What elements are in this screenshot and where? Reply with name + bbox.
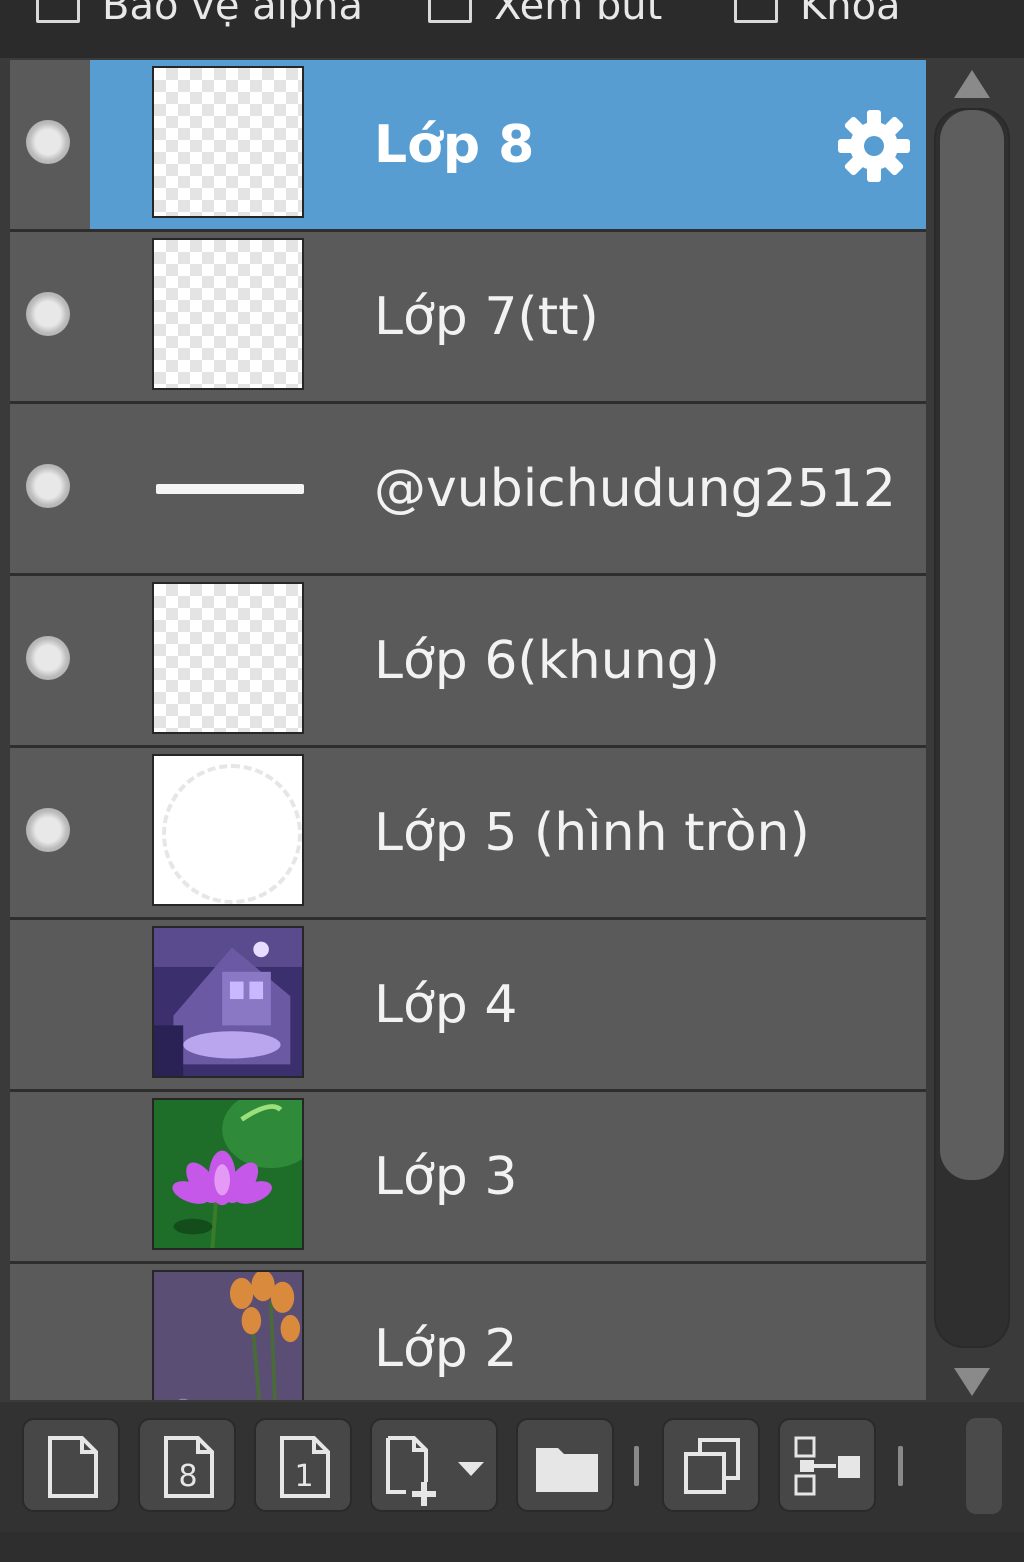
layer-row-body[interactable]: Lớp 7(tt) [90, 232, 926, 401]
visibility-dot-icon[interactable] [26, 636, 70, 680]
layer-toolbar: 8 1 [0, 1402, 1024, 1562]
toolbar-separator [898, 1446, 903, 1486]
folder-icon [536, 1448, 598, 1492]
visibility-dot-icon[interactable] [26, 808, 70, 852]
new-layer-icon [48, 1436, 98, 1498]
layer-name: Lớp 3 [374, 1146, 518, 1207]
layer-row-body[interactable]: Lớp 8 [90, 60, 926, 229]
merge-layer-button[interactable] [778, 1418, 876, 1512]
visibility-dot-icon[interactable] [26, 464, 70, 508]
layer-thumbnail [152, 238, 304, 390]
merge-layer-icon [794, 1436, 860, 1496]
view-pen-option[interactable]: Xem bút [428, 0, 663, 29]
visibility-toggle[interactable] [10, 232, 90, 401]
duplicate-layer-icon [684, 1438, 740, 1494]
new-folder-button[interactable] [516, 1418, 614, 1512]
panel-bottom-edge [0, 1532, 1024, 1562]
add-layer-dropdown-button[interactable] [370, 1418, 498, 1512]
layer-row-text[interactable]: @vubichudung2512 [10, 404, 926, 576]
visibility-toggle[interactable] [10, 60, 90, 229]
layer-row-body[interactable]: Lớp 3 [90, 1092, 926, 1261]
view-pen-label: Xem bút [494, 0, 663, 29]
protect-alpha-option[interactable]: Bảo vệ alpha [36, 0, 364, 29]
layer-row-body[interactable]: Lớp 6(khung) [90, 576, 926, 745]
lock-option[interactable]: Khóa [734, 0, 901, 29]
scroll-down-arrow-icon[interactable] [952, 1364, 992, 1400]
layer-row-body[interactable]: Lớp 2 [90, 1264, 926, 1400]
orange-flowers-thumbnail [152, 1270, 304, 1400]
new-8bit-layer-icon: 8 [164, 1436, 214, 1498]
layer-row-7[interactable]: Lớp 7(tt) [10, 232, 926, 404]
duplicate-layer-button[interactable] [662, 1418, 760, 1512]
new-8bit-layer-button[interactable]: 8 [138, 1418, 236, 1512]
scroll-up-arrow-icon[interactable] [952, 66, 992, 102]
layer-list: Lớp 8 Lớp 7(tt) @vubichudung2512 Lớp 6(k… [10, 60, 926, 1400]
layer-name: @vubichudung2512 [374, 458, 896, 519]
layer-bits-8-label: 8 [178, 1459, 197, 1494]
layer-row-5[interactable]: Lớp 5 (hình tròn) [10, 748, 926, 920]
layer-row-4[interactable]: Lớp 4 [10, 920, 926, 1092]
layer-name: Lớp 6(khung) [374, 630, 720, 691]
layer-name: Lớp 5 (hình tròn) [374, 802, 810, 863]
visibility-toggle[interactable] [10, 1264, 90, 1400]
layer-list-scrollbar[interactable] [930, 60, 1014, 1400]
toolbar-overflow-handle[interactable] [966, 1418, 1002, 1514]
layer-row-2[interactable]: Lớp 2 [10, 1264, 926, 1400]
visibility-dot-icon[interactable] [26, 120, 70, 164]
layer-name: Lớp 2 [374, 1318, 518, 1379]
new-1bit-layer-button[interactable]: 1 [254, 1418, 352, 1512]
layer-row-6[interactable]: Lớp 6(khung) [10, 576, 926, 748]
layer-options-bar: Bảo vệ alpha Xem bút Khóa [0, 0, 1024, 58]
visibility-toggle[interactable] [10, 920, 90, 1089]
visibility-toggle[interactable] [10, 1092, 90, 1261]
layer-thumbnail [152, 478, 304, 500]
layer-row-body[interactable]: Lớp 5 (hình tròn) [90, 748, 926, 917]
layer-row-body[interactable]: Lớp 4 [90, 920, 926, 1089]
layer-row-body[interactable]: @vubichudung2512 [90, 404, 926, 573]
layer-row-3[interactable]: Lớp 3 [10, 1092, 926, 1264]
scroll-thumb[interactable] [940, 110, 1004, 1180]
protect-alpha-checkbox[interactable] [36, 0, 80, 23]
layer-thumbnail [152, 66, 304, 218]
toolbar-separator [634, 1446, 639, 1486]
layer-bits-1-label: 1 [294, 1459, 313, 1494]
visibility-dot-icon[interactable] [26, 292, 70, 336]
layer-name: Lớp 8 [374, 114, 535, 175]
lock-label: Khóa [800, 0, 901, 29]
gear-icon[interactable] [834, 106, 914, 186]
layer-thumbnail [152, 754, 304, 906]
lock-checkbox[interactable] [734, 0, 778, 23]
layer-name: Lớp 4 [374, 974, 518, 1035]
visibility-toggle[interactable] [10, 404, 90, 573]
layer-thumbnail [152, 582, 304, 734]
protect-alpha-label: Bảo vệ alpha [102, 0, 364, 29]
lotus-thumbnail [152, 1098, 304, 1250]
purple-room-thumbnail [152, 926, 304, 1078]
visibility-toggle[interactable] [10, 576, 90, 745]
new-layer-button[interactable] [22, 1418, 120, 1512]
layer-row-8[interactable]: Lớp 8 [10, 60, 926, 232]
scroll-track[interactable] [934, 108, 1010, 1348]
layer-name: Lớp 7(tt) [374, 286, 599, 347]
visibility-toggle[interactable] [10, 748, 90, 917]
new-1bit-layer-icon: 1 [280, 1436, 330, 1498]
add-layer-dropdown-icon [386, 1436, 484, 1506]
view-pen-checkbox[interactable] [428, 0, 472, 23]
